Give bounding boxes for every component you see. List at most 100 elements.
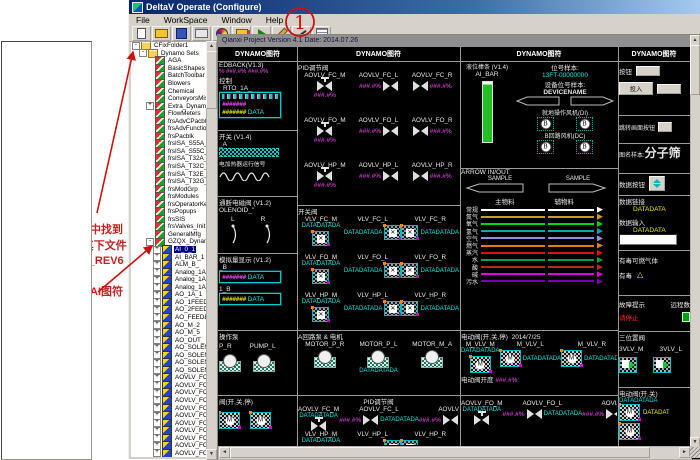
fan-dynamo[interactable] — [537, 140, 554, 154]
canvas-hscroll-thumb[interactable] — [230, 447, 650, 458]
jump-button[interactable] — [658, 122, 672, 132]
tree-item[interactable]: frsPacblk — [131, 133, 208, 141]
resize-grip[interactable] — [690, 447, 700, 458]
spinner-button[interactable] — [649, 176, 665, 191]
data-display-dynamo[interactable]: ####### ####### DATA — [219, 92, 281, 118]
material-line[interactable] — [548, 259, 594, 261]
tree-item[interactable]: frsSIS — [131, 216, 208, 224]
tree-item[interactable]: AOVLV_FO_L_1 — [131, 450, 208, 457]
valve-dynamo[interactable]: AOVLV_FO_MDATADATADA###.#%DATADATADA — [461, 400, 503, 425]
solenoid-valve-icon[interactable] — [219, 223, 285, 247]
tree-scroll-down-icon[interactable]: ▼ — [206, 449, 217, 460]
tree-item[interactable]: BasicShapes — [131, 65, 208, 73]
fan-dynamo[interactable] — [537, 117, 554, 131]
material-line[interactable] — [548, 223, 594, 225]
material-line[interactable] — [548, 266, 594, 268]
canvas-vscroll-thumb[interactable] — [690, 45, 700, 95]
valve-dynamo[interactable]: AOVLV_FO_L###.#%###.#%###.#% — [352, 117, 406, 162]
toolbar-button[interactable] — [172, 26, 191, 41]
material-line[interactable] — [548, 209, 594, 211]
sample-arrow-icons[interactable] — [461, 182, 611, 194]
valve-dynamo[interactable]: AOVLV_FC_MDATADATADA###.#%DATADATADA — [298, 406, 339, 431]
three-position-valve-dynamo[interactable] — [653, 357, 671, 373]
material-line[interactable] — [481, 245, 545, 247]
fan-dynamo[interactable] — [576, 140, 593, 154]
valve-dynamo[interactable]: AOVLV_FC_L###.#%###.#%###.#% — [352, 72, 406, 117]
toolbar-button[interactable] — [192, 26, 211, 41]
material-line[interactable] — [481, 266, 545, 268]
data-input-value[interactable]: DATADATA — [619, 227, 690, 234]
tree-item[interactable]: frsISA_S55C_B — [131, 148, 208, 156]
hatch-strip[interactable] — [219, 148, 279, 157]
valve-dynamo[interactable]: AOVLV_FO_RDATADATADA###.#%DATADATADA — [582, 400, 617, 425]
material-line[interactable] — [548, 237, 594, 239]
tree-item[interactable]: frsISA_T32G_N_I — [131, 178, 208, 186]
motor-valve-dynamo[interactable]: M_VLV_LDATADATADADATADATADA — [500, 341, 562, 373]
tree-expander-icon[interactable] — [146, 102, 154, 110]
valve-dynamo[interactable]: AOVLV_HP_L###.#%###.#%###.#% — [352, 162, 406, 204]
blank-button[interactable] — [657, 84, 681, 94]
warning-triangle-icon[interactable]: △ — [637, 271, 643, 279]
valve-dynamo[interactable]: AOVLV_FC_LDATADATADA###.#%DATADATADA — [339, 406, 419, 431]
valve-dynamo[interactable]: VLV_FC_MDATADATADADATADATADADATADATADA — [298, 216, 344, 254]
valve-dynamo[interactable]: VLV_FO_RDATADATADADATADATADADATADATADA — [401, 254, 459, 292]
data-display-dynamo[interactable]: ####### DATA — [219, 293, 281, 305]
pump-dynamo[interactable] — [253, 354, 275, 372]
material-line[interactable] — [481, 280, 545, 282]
data-input-field[interactable] — [619, 234, 677, 245]
material-line[interactable] — [548, 216, 594, 218]
material-line[interactable] — [481, 209, 545, 211]
motor-valve-dynamo[interactable]: M_VLV_MDATADATADADATADATADA — [461, 341, 500, 373]
toolbar-button[interactable] — [152, 26, 171, 41]
valve-dynamo[interactable]: VLV_HP_RDATADATADADATADATADADATADATADA — [401, 431, 459, 445]
tree-item[interactable]: GeneralMfg — [131, 231, 208, 239]
motor-valve-dynamo[interactable]: M_VLV_RDATADATADADATADATADA — [561, 341, 617, 373]
device-name-sample[interactable]: DEVICENAME — [513, 89, 617, 96]
tree-item[interactable]: frsISA_T32A_B — [131, 155, 208, 163]
valve-dynamo[interactable]: AOVLV_FC_RDATADATADA###.#%DATADATADA — [419, 406, 459, 431]
valve-dynamo[interactable]: AOVLV_FC_M###.#%###.#%###.#% — [298, 72, 352, 117]
data-link-value[interactable]: DATADATA — [619, 206, 690, 213]
canvas-scroll-left-icon[interactable]: ◄ — [219, 447, 230, 458]
tree-item[interactable]: frsValves_Init — [131, 223, 208, 231]
tree-item[interactable]: Chemical — [131, 87, 208, 95]
motor-valve-dynamo[interactable] — [250, 412, 271, 429]
tree-expander-icon[interactable] — [139, 49, 147, 57]
tree-item[interactable]: ConveyorsMisc — [131, 95, 208, 103]
valve-dynamo[interactable]: AOVLV_FC_R###.#%###.#%###.#% — [405, 72, 459, 117]
menu-item[interactable]: Help — [259, 15, 290, 25]
material-line[interactable] — [548, 230, 594, 232]
fan-dynamo[interactable] — [576, 117, 593, 131]
motor-dynamo[interactable]: MOTOR_P_L — [352, 341, 406, 368]
valve-dynamo[interactable]: AOVLV_FO_R###.#%###.#%###.#% — [405, 117, 459, 162]
material-line[interactable] — [481, 259, 545, 261]
spin-up-icon[interactable] — [653, 179, 661, 183]
canvas-scroll-right-icon[interactable]: ► — [679, 447, 690, 458]
material-line[interactable] — [548, 245, 594, 247]
tree-item[interactable]: frsISA_T32C_B — [131, 163, 208, 171]
motor-valve-dynamo[interactable] — [619, 404, 640, 421]
tree-item[interactable]: Extra_Dynamos — [131, 102, 208, 110]
valve-dynamo[interactable]: VLV_HP_LDATADATADADATADATADADATADATADA — [344, 292, 402, 329]
valve-dynamo[interactable]: AOVLV_FO_LDATADATADA###.#%DATADATADA — [503, 400, 583, 425]
valve-dynamo[interactable]: VLV_FC_RDATADATADADATADATADADATADATADA — [401, 216, 459, 254]
tree-item[interactable]: frsISA_T32E_F — [131, 170, 208, 178]
menu-item[interactable]: Window — [214, 15, 258, 25]
valve-dynamo[interactable]: VLV_HP_LDATADATADADATADATADADATADATADA — [344, 431, 402, 445]
toolbar-button[interactable] — [132, 26, 151, 41]
three-position-valve-dynamo[interactable] — [619, 357, 637, 373]
valve-dynamo[interactable]: AOVLV_HP_M###.#%###.#%###.#% — [298, 162, 352, 204]
material-line[interactable] — [481, 237, 545, 239]
motor-valve-dynamo[interactable] — [619, 423, 640, 440]
material-line[interactable] — [481, 223, 545, 225]
level-bar-dynamo[interactable] — [482, 81, 493, 143]
tree-scroll-thumb[interactable] — [206, 51, 217, 109]
tree-item[interactable]: frsAdvFunctions_F — [131, 125, 208, 133]
valve-dynamo[interactable]: VLV_HP_RDATADATADADATADATADADATADATADA — [401, 292, 459, 329]
valve-dynamo[interactable]: VLV_FO_LDATADATADADATADATADADATADATADA — [344, 254, 402, 292]
tree-item[interactable]: frsISA_S55A_B — [131, 140, 208, 148]
tree-item[interactable]: frsAdvCPacblk — [131, 117, 208, 125]
tree-item[interactable]: frsOperatorKeyboa — [131, 200, 208, 208]
material-line[interactable] — [548, 252, 594, 254]
tree-item[interactable]: Dynamo Sets — [131, 50, 208, 58]
